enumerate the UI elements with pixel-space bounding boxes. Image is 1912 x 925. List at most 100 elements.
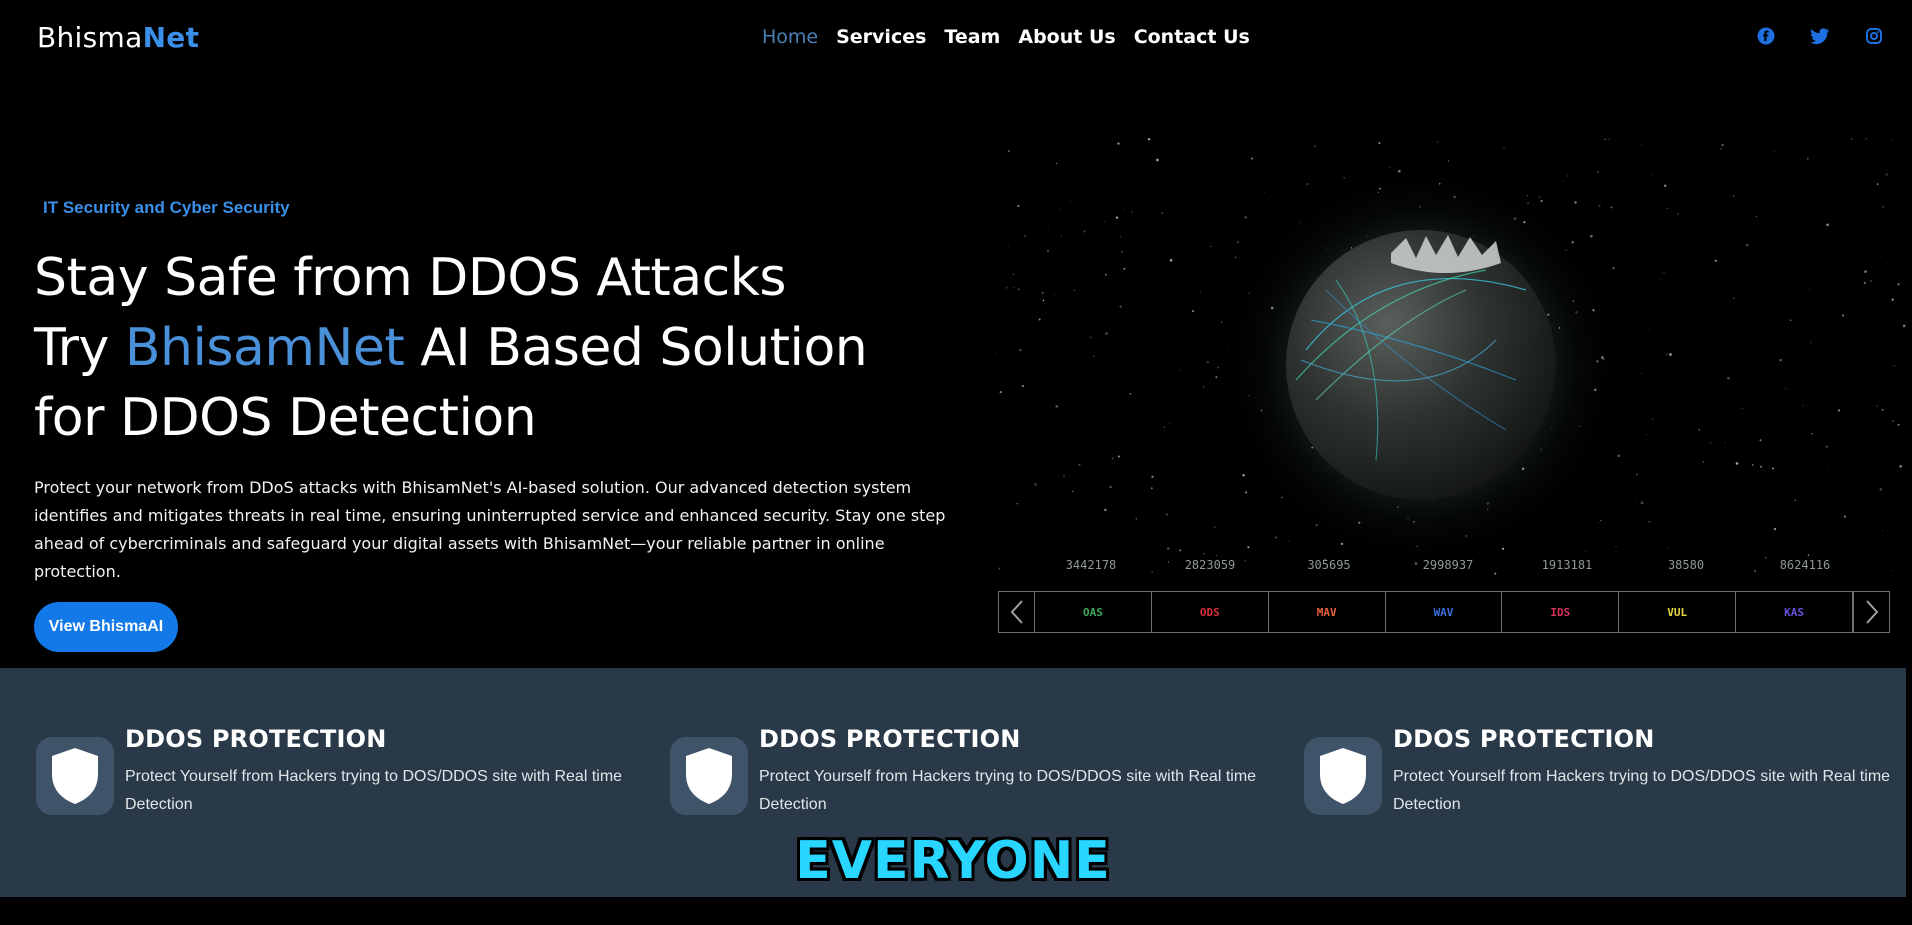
stat-value: 3442178 — [1065, 558, 1117, 572]
star — [1640, 373, 1642, 375]
star — [1105, 273, 1107, 276]
star — [1166, 513, 1168, 516]
nav-contact-us[interactable]: Contact Us — [1134, 26, 1250, 48]
feature-title: DDOS PROTECTION — [759, 725, 1021, 753]
nav-services[interactable]: Services — [836, 26, 926, 48]
star — [1265, 577, 1267, 578]
star — [1378, 142, 1381, 145]
star — [1062, 475, 1066, 478]
star — [1150, 154, 1151, 155]
star — [1724, 461, 1726, 463]
nav-about-us[interactable]: About Us — [1018, 26, 1115, 48]
star — [1501, 547, 1505, 550]
star — [1151, 475, 1154, 478]
ticker-cell-oas[interactable]: OAS — [1035, 592, 1152, 632]
star — [1242, 474, 1245, 477]
star — [1837, 409, 1841, 412]
star — [1814, 387, 1816, 389]
ticker-cell-mav[interactable]: MAV — [1269, 592, 1386, 632]
star — [1048, 225, 1049, 227]
star — [1659, 278, 1661, 280]
ticker-cell-kas[interactable]: KAS — [1736, 592, 1854, 632]
star — [1115, 216, 1119, 219]
ticker-cell-ods[interactable]: ODS — [1152, 592, 1269, 632]
star — [1772, 467, 1775, 470]
star — [1111, 457, 1114, 460]
nav-team[interactable]: Team — [944, 26, 1000, 48]
star — [1578, 425, 1581, 427]
star — [1083, 230, 1086, 233]
star — [1419, 206, 1421, 208]
view-bhismaai-button[interactable]: View BhismaAI — [34, 602, 178, 652]
star — [1131, 211, 1133, 213]
star — [1453, 195, 1456, 199]
star — [1012, 273, 1015, 276]
star — [1389, 167, 1391, 169]
star — [1315, 524, 1318, 527]
ticker-prev-button[interactable] — [999, 592, 1035, 632]
site-logo[interactable]: BhismaNet — [37, 21, 199, 54]
ticker-cell-vul[interactable]: VUL — [1619, 592, 1737, 632]
star — [1486, 502, 1490, 505]
star — [1899, 464, 1902, 468]
star — [1651, 174, 1652, 175]
star — [1593, 388, 1597, 392]
star — [1073, 289, 1075, 291]
headline-brand: BhisamNet — [124, 318, 405, 378]
star — [1894, 340, 1896, 342]
star — [1527, 202, 1529, 205]
star — [1221, 469, 1223, 471]
stat-value: 2998937 — [1422, 558, 1474, 572]
star — [1751, 464, 1754, 466]
nav-home[interactable]: Home — [762, 26, 818, 48]
facebook-icon[interactable] — [1756, 26, 1776, 46]
star — [1720, 147, 1722, 150]
star — [1891, 298, 1894, 301]
stat-value: 1913181 — [1541, 558, 1593, 572]
star — [1397, 169, 1401, 173]
star — [1166, 271, 1168, 273]
star — [1120, 250, 1124, 253]
star — [1503, 147, 1505, 150]
instagram-icon[interactable] — [1864, 26, 1884, 46]
star — [1756, 401, 1758, 403]
threat-type-ticker: OAS ODS MAV WAV IDS VUL KAS — [998, 591, 1890, 633]
star — [1648, 329, 1650, 331]
hero-section: IT Security and Cyber Security Stay Safe… — [0, 78, 1912, 668]
star — [1733, 297, 1735, 299]
headline-line-2-suffix: AI Based Solution — [404, 318, 868, 378]
star — [1178, 369, 1180, 371]
ticker-cell-wav[interactable]: WAV — [1386, 592, 1503, 632]
star — [1604, 138, 1607, 141]
star — [1070, 200, 1072, 202]
star — [1119, 305, 1122, 308]
star — [1340, 542, 1344, 546]
star — [1663, 272, 1665, 274]
star — [1810, 342, 1812, 344]
star — [1825, 445, 1828, 448]
star — [1247, 546, 1250, 549]
star — [1597, 170, 1600, 173]
star — [1222, 350, 1224, 351]
star — [1865, 138, 1867, 140]
ticker-cell-ids[interactable]: IDS — [1502, 592, 1620, 632]
star — [1589, 234, 1593, 238]
star — [1199, 291, 1202, 293]
star — [1667, 547, 1669, 549]
star — [1779, 359, 1782, 362]
star — [1042, 292, 1044, 294]
star — [1602, 358, 1605, 361]
star — [1890, 570, 1892, 572]
star — [1719, 197, 1721, 199]
star — [1888, 215, 1890, 217]
star — [1714, 259, 1717, 262]
star — [1698, 428, 1701, 431]
star — [1826, 223, 1829, 227]
star — [1119, 235, 1122, 238]
star — [998, 567, 1001, 570]
headline-line-2-prefix: Try — [34, 318, 125, 378]
stat-value: 2823059 — [1184, 558, 1236, 572]
star — [996, 351, 997, 354]
ticker-next-button[interactable] — [1853, 592, 1889, 632]
twitter-icon[interactable] — [1810, 26, 1830, 46]
